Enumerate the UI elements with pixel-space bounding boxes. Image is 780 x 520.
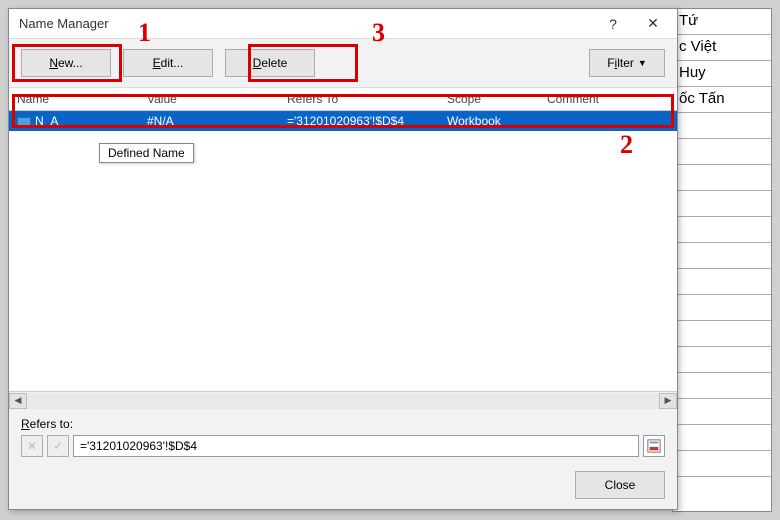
sheet-cell: Huy [673,61,771,87]
horizontal-scrollbar[interactable]: ◀ ▶ [9,391,677,409]
name-icon [17,117,31,127]
col-header-scope[interactable]: Scope [439,88,539,110]
sheet-cell [673,217,771,243]
titlebar: Name Manager ? ✕ [9,9,677,39]
sheet-cell [673,399,771,425]
col-header-name[interactable]: Name [9,88,139,110]
row-refers: ='31201020963'!$D$4 [279,114,439,128]
sheet-cell [673,139,771,165]
list-body[interactable]: N_A #N/A ='31201020963'!$D$4 Workbook De… [9,111,677,391]
close-icon[interactable]: ✕ [633,10,673,38]
sheet-cell [673,347,771,373]
dialog-footer: Close [9,461,677,509]
sheet-cell [673,113,771,139]
delete-button[interactable]: Delete [225,49,315,77]
sheet-cell [673,243,771,269]
sheet-cell [673,295,771,321]
new-button[interactable]: New... [21,49,111,77]
chevron-down-icon: ▼ [638,58,647,68]
row-scope: Workbook [439,114,539,128]
toolbar: New... Edit... Delete Filter▼ [9,39,677,88]
refers-to-label: Refers to: [21,417,665,431]
list-row[interactable]: N_A #N/A ='31201020963'!$D$4 Workbook [9,111,677,131]
help-button[interactable]: ? [593,10,633,38]
collapse-dialog-button[interactable] [643,435,665,457]
tooltip: Defined Name [99,143,194,163]
dialog-title: Name Manager [19,16,593,31]
sheet-cell [673,165,771,191]
col-header-comment[interactable]: Comment [539,88,677,110]
background-spreadsheet: Tứ c Việt Huy ốc Tấn [672,8,772,512]
filter-button[interactable]: Filter▼ [589,49,665,77]
scroll-left-icon[interactable]: ◀ [9,393,27,409]
col-header-value[interactable]: Value [139,88,279,110]
close-button[interactable]: Close [575,471,665,499]
names-list: Name Value Refers To Scope Comment N_A #… [9,88,677,409]
sheet-cell [673,373,771,399]
edit-button[interactable]: Edit... [123,49,213,77]
collapse-icon [647,439,661,453]
sheet-cell [673,451,771,477]
col-header-refers[interactable]: Refers To [279,88,439,110]
list-header: Name Value Refers To Scope Comment [9,88,677,111]
name-manager-dialog: Name Manager ? ✕ New... Edit... Delete F… [8,8,678,510]
row-name: N_A [35,114,58,128]
scroll-track[interactable] [27,393,659,409]
sheet-cell: ốc Tấn [673,87,771,113]
cancel-edit-button[interactable]: ✕ [21,435,43,457]
sheet-cell: Tứ [673,9,771,35]
sheet-cell [673,321,771,347]
sheet-cell [673,191,771,217]
accept-edit-button[interactable]: ✓ [47,435,69,457]
sheet-cell: c Việt [673,35,771,61]
row-value: #N/A [139,114,279,128]
refers-to-section: Refers to: ✕ ✓ [9,409,677,461]
refers-to-input[interactable] [73,435,639,457]
sheet-cell [673,269,771,295]
sheet-cell [673,425,771,451]
scroll-right-icon[interactable]: ▶ [659,393,677,409]
